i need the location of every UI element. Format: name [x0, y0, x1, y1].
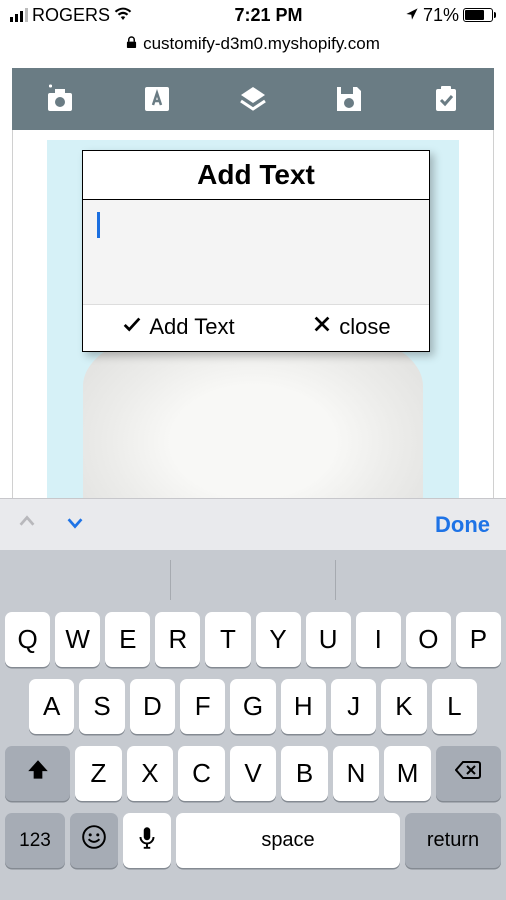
product-image	[83, 330, 423, 510]
key-o[interactable]: O	[406, 612, 451, 667]
key-w[interactable]: W	[55, 612, 100, 667]
key-g[interactable]: G	[230, 679, 275, 734]
key-r[interactable]: R	[155, 612, 200, 667]
key-u[interactable]: U	[306, 612, 351, 667]
close-label: close	[339, 314, 390, 340]
key-a[interactable]: A	[29, 679, 74, 734]
location-icon	[405, 5, 419, 26]
numbers-key[interactable]: 123	[5, 813, 65, 868]
url-text: customify-d3m0.myshopify.com	[143, 34, 380, 54]
key-f[interactable]: F	[180, 679, 225, 734]
status-time: 7:21 PM	[234, 5, 302, 26]
signal-icon	[10, 8, 28, 22]
battery-pct: 71%	[423, 5, 459, 26]
prev-field-button[interactable]	[16, 511, 38, 538]
mic-icon	[134, 824, 160, 857]
add-text-button[interactable]: Add Text	[121, 313, 234, 341]
key-b[interactable]: B	[281, 746, 328, 801]
keyboard-row-4: 123 space return	[5, 813, 501, 868]
clipboard-icon[interactable]	[429, 82, 463, 116]
key-v[interactable]: V	[230, 746, 277, 801]
ios-keyboard: Q W E R T Y U I O P A S D F G H J K L Z …	[0, 550, 506, 900]
close-button[interactable]: close	[311, 313, 390, 341]
key-l[interactable]: L	[432, 679, 477, 734]
text-input[interactable]	[83, 200, 429, 305]
layers-icon[interactable]	[236, 82, 270, 116]
keyboard-done-button[interactable]: Done	[435, 512, 490, 538]
key-h[interactable]: H	[281, 679, 326, 734]
browser-url-bar[interactable]: customify-d3m0.myshopify.com	[0, 28, 506, 64]
text-icon[interactable]	[140, 82, 174, 116]
keyboard-row-1: Q W E R T Y U I O P	[5, 612, 501, 667]
key-t[interactable]: T	[205, 612, 250, 667]
check-icon	[121, 313, 143, 341]
key-m[interactable]: M	[384, 746, 431, 801]
backspace-icon	[455, 757, 481, 790]
key-i[interactable]: I	[356, 612, 401, 667]
battery-icon	[463, 8, 496, 22]
mic-key[interactable]	[123, 813, 171, 868]
keyboard-predictions	[5, 560, 501, 600]
key-y[interactable]: Y	[256, 612, 301, 667]
key-x[interactable]: X	[127, 746, 174, 801]
carrier-label: ROGERS	[32, 5, 110, 26]
keyboard-row-2: A S D F G H J K L	[5, 679, 501, 734]
editor-toolbar	[12, 68, 494, 130]
emoji-key[interactable]	[70, 813, 118, 868]
shift-key[interactable]	[5, 746, 70, 801]
add-text-modal: Add Text Add Text close	[82, 150, 430, 352]
save-icon[interactable]	[332, 82, 366, 116]
input-cursor	[97, 212, 100, 238]
space-key[interactable]: space	[176, 813, 400, 868]
backspace-key[interactable]	[436, 746, 501, 801]
emoji-icon	[81, 824, 107, 857]
key-c[interactable]: C	[178, 746, 225, 801]
key-d[interactable]: D	[130, 679, 175, 734]
ios-status-bar: ROGERS 7:21 PM 71%	[0, 0, 506, 28]
return-key[interactable]: return	[405, 813, 501, 868]
next-field-button[interactable]	[64, 511, 86, 538]
key-q[interactable]: Q	[5, 612, 50, 667]
key-z[interactable]: Z	[75, 746, 122, 801]
wifi-icon	[114, 5, 132, 26]
key-j[interactable]: J	[331, 679, 376, 734]
add-text-label: Add Text	[149, 314, 234, 340]
key-e[interactable]: E	[105, 612, 150, 667]
key-s[interactable]: S	[79, 679, 124, 734]
key-n[interactable]: N	[333, 746, 380, 801]
keyboard-row-3: Z X C V B N M	[5, 746, 501, 801]
keyboard-accessory-bar: Done	[0, 498, 506, 550]
close-icon	[311, 313, 333, 341]
shift-icon	[25, 757, 51, 790]
modal-title: Add Text	[83, 151, 429, 200]
key-k[interactable]: K	[381, 679, 426, 734]
lock-icon	[126, 34, 137, 54]
add-image-icon[interactable]	[43, 82, 77, 116]
key-p[interactable]: P	[456, 612, 501, 667]
